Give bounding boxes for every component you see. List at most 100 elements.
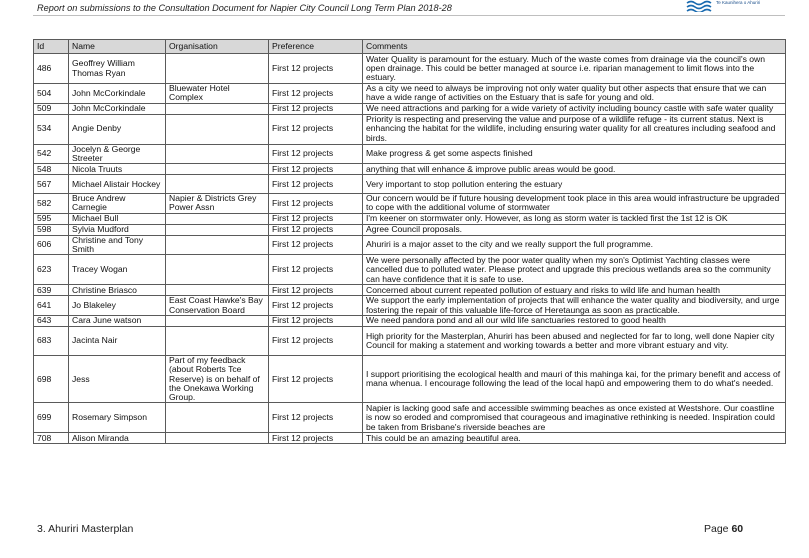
table-row: 534 Angie Denby First 12 projects Priority …	[33, 113, 786, 145]
waves-icon	[686, 0, 712, 12]
cell-comment: Make progress & get some aspects finishe…	[362, 143, 786, 165]
cell-preference: First 12 projects	[268, 234, 363, 256]
table-row: 582 Bruce Andrew Carnegie Napier & Distric…	[33, 193, 786, 214]
cell-organisation	[165, 234, 269, 256]
cell-id: 534	[33, 113, 69, 145]
table-row: 683 Jacinta Nair First 12 projects High pri…	[33, 325, 786, 356]
cell-comment: Priority is respecting and preserving th…	[362, 113, 786, 145]
column-header-id: Id	[33, 39, 69, 54]
cell-id: 641	[33, 295, 69, 316]
cell-preference: First 12 projects	[268, 83, 363, 104]
cell-comment: We support the early implementation of p…	[362, 295, 786, 316]
cell-comment: We need attractions and parking for a wi…	[362, 102, 786, 115]
cell-id: 606	[33, 234, 69, 256]
cell-comment: Concerned about current repeated polluti…	[362, 284, 786, 297]
table-row: 623 Tracey Wogan First 12 projects We were …	[33, 254, 786, 286]
cell-comment: I support prioritising the ecological he…	[362, 354, 786, 404]
table-row: 598 Sylvia Mudford First 12 projects Agree …	[33, 223, 786, 236]
cell-comment: Napier is lacking good safe and accessib…	[362, 402, 786, 434]
cell-organisation: Bluewater Hotel Complex	[165, 83, 269, 104]
column-header-comments: Comments	[362, 39, 786, 54]
cell-name: John McCorkindale	[68, 102, 166, 115]
cell-comment: Our concern would be if future housing d…	[362, 193, 786, 214]
column-header-name: Name	[68, 39, 166, 54]
cell-id: 595	[33, 212, 69, 225]
table-row: 595 Michael Bull First 12 projects I'm keen…	[33, 212, 786, 225]
cell-name: Jo Blakeley	[68, 295, 166, 316]
cell-name: John McCorkindale	[68, 83, 166, 104]
table-row: 641 Jo Blakeley East Coast Hawke's Bay Con…	[33, 295, 786, 316]
table-row: 639 Christine Briasco First 12 projects Con…	[33, 284, 786, 297]
cell-name: Jacinta Nair	[68, 325, 166, 356]
cell-preference: First 12 projects	[268, 193, 363, 214]
cell-organisation	[165, 432, 269, 445]
cell-name: Bruce Andrew Carnegie	[68, 193, 166, 214]
cell-preference: First 12 projects	[268, 174, 363, 195]
cell-name: Alison Miranda	[68, 432, 166, 445]
cell-comment: As a city we need to always be improving…	[362, 83, 786, 104]
cell-id: 582	[33, 193, 69, 214]
cell-id: 683	[33, 325, 69, 356]
table-row: 643 Cara June watson First 12 projects We n…	[33, 314, 786, 327]
section-label: 3. Ahuriri Masterplan	[37, 523, 134, 535]
council-logo: Te Kaunihera o Ahuriri	[686, 0, 796, 14]
table-body: 486 Geoffrey William Thomas Ryan First 12 …	[33, 53, 786, 445]
cell-preference: First 12 projects	[268, 212, 363, 225]
page-number-value: 60	[731, 523, 744, 535]
cell-comment: anything that will enhance & improve pub…	[362, 163, 786, 176]
cell-id: 639	[33, 284, 69, 297]
cell-organisation	[165, 223, 269, 236]
column-header-preference: Preference	[268, 39, 363, 54]
cell-organisation	[165, 284, 269, 297]
page-label: Page	[704, 523, 729, 535]
cell-id: 699	[33, 402, 69, 434]
table-row: 708 Alison Miranda First 12 projects This c…	[33, 432, 786, 445]
cell-comment: This could be an amazing beautiful area.	[362, 432, 786, 445]
cell-id: 542	[33, 143, 69, 165]
cell-id: 548	[33, 163, 69, 176]
cell-preference: First 12 projects	[268, 254, 363, 286]
cell-preference: First 12 projects	[268, 102, 363, 115]
cell-organisation	[165, 102, 269, 115]
cell-id: 708	[33, 432, 69, 445]
cell-comment: I'm keener on stormwater only. However, …	[362, 212, 786, 225]
cell-organisation	[165, 325, 269, 356]
cell-name: Jess	[68, 354, 166, 404]
table-row: 606 Christine and Tony Smith First 12 proj…	[33, 234, 786, 256]
cell-comment: Water Quality is paramount for the estua…	[362, 53, 786, 84]
cell-id: 643	[33, 314, 69, 327]
cell-id: 509	[33, 102, 69, 115]
cell-organisation	[165, 314, 269, 327]
cell-id: 698	[33, 354, 69, 404]
cell-preference: First 12 projects	[268, 53, 363, 84]
cell-preference: First 12 projects	[268, 284, 363, 297]
cell-preference: First 12 projects	[268, 432, 363, 445]
cell-organisation: East Coast Hawke's Bay Conservation Boar…	[165, 295, 269, 316]
cell-name: Jocelyn & George Streeter	[68, 143, 166, 165]
cell-organisation: Part of my feedback (about Roberts Tce R…	[165, 354, 269, 404]
cell-comment: Ahuriri is a major asset to the city and…	[362, 234, 786, 256]
cell-organisation	[165, 113, 269, 145]
table-header-row: Id Name Organisation Preference Comments	[33, 39, 786, 54]
logo-text: Te Kaunihera o Ahuriri	[716, 0, 761, 5]
cell-id: 486	[33, 53, 69, 84]
column-header-organisation: Organisation	[165, 39, 269, 54]
cell-preference: First 12 projects	[268, 113, 363, 145]
report-title: Report on submissions to the Consultatio…	[37, 3, 452, 13]
cell-preference: First 12 projects	[268, 223, 363, 236]
cell-comment: Very important to stop pollution enterin…	[362, 174, 786, 195]
header-rule	[33, 15, 785, 16]
cell-comment: Agree Council proposals.	[362, 223, 786, 236]
cell-name: Michael Bull	[68, 212, 166, 225]
cell-organisation	[165, 174, 269, 195]
cell-preference: First 12 projects	[268, 325, 363, 356]
cell-id: 567	[33, 174, 69, 195]
table-row: 699 Rosemary Simpson First 12 projects Napi…	[33, 402, 786, 434]
cell-preference: First 12 projects	[268, 295, 363, 316]
cell-name: Christine and Tony Smith	[68, 234, 166, 256]
submissions-table: Id Name Organisation Preference Comments…	[33, 39, 786, 445]
table-row: 486 Geoffrey William Thomas Ryan First 12 …	[33, 53, 786, 84]
cell-preference: First 12 projects	[268, 402, 363, 434]
cell-organisation	[165, 143, 269, 165]
table-row: 542 Jocelyn & George Streeter First 12 pro…	[33, 143, 786, 165]
